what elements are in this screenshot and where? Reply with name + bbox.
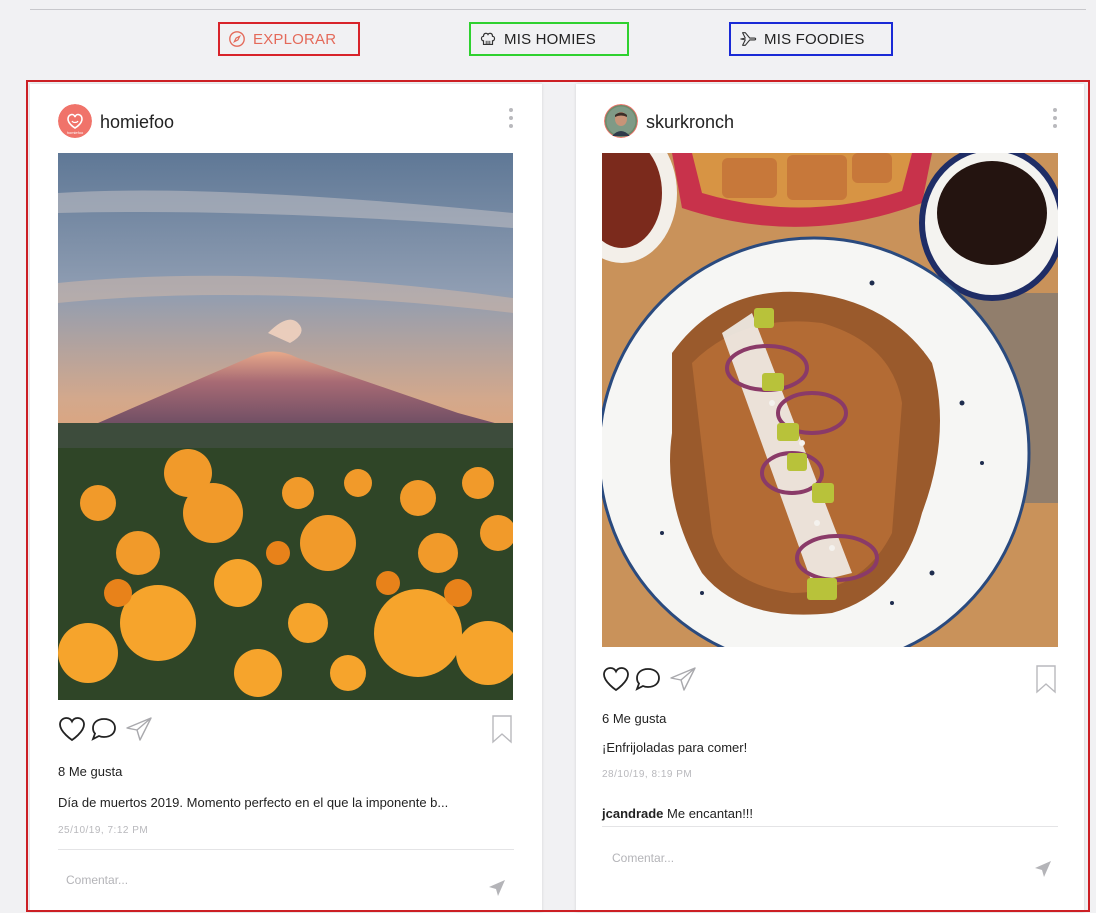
post-actions	[58, 714, 514, 744]
send-icon[interactable]	[668, 666, 698, 692]
comment-input[interactable]	[612, 848, 1012, 868]
tab-mis-foodies-label: MIS FOODIES	[764, 30, 865, 48]
tab-mis-homies[interactable]: MIS HOMIES	[469, 22, 629, 56]
heart-icon[interactable]	[58, 716, 86, 742]
post-header: skurkronch	[576, 84, 1084, 152]
compass-icon	[229, 31, 245, 47]
comment-author[interactable]: jcandrade	[602, 806, 663, 821]
comment-text: Me encantan!!!	[663, 806, 754, 821]
tab-explorar-label: EXPLORAR	[253, 30, 337, 48]
comment-icon[interactable]	[634, 666, 662, 692]
post-timestamp: 25/10/19, 7:12 PM	[58, 825, 149, 836]
post-caption: ¡Enfrijoladas para comer!	[602, 740, 748, 755]
tab-explorar[interactable]: EXPLORAR	[218, 22, 360, 56]
top-divider	[30, 9, 1086, 10]
post-card: skurkronch 6 Me gusta ¡Enfrijoladas para…	[576, 84, 1084, 912]
avatar[interactable]: homiefoo	[58, 104, 92, 138]
comment-item: jcandrade Me encantan!!!	[602, 806, 753, 821]
chef-hat-icon	[480, 32, 496, 45]
post-username[interactable]: skurkronch	[646, 112, 734, 133]
post-timestamp: 28/10/19, 8:19 PM	[602, 769, 693, 780]
send-icon[interactable]	[1034, 860, 1052, 878]
likes-count[interactable]: 6 Me gusta	[602, 711, 666, 726]
bookmark-icon[interactable]	[490, 714, 514, 744]
post-username[interactable]: homiefoo	[100, 112, 174, 133]
feed-tabs: EXPLORAR MIS HOMIES MIS FOODIES	[0, 22, 1096, 56]
divider	[602, 826, 1058, 827]
post-card: homiefoo homiefoo 8 Me gusta Día de muer…	[30, 84, 542, 912]
airplane-icon	[740, 32, 757, 46]
tab-mis-foodies[interactable]: MIS FOODIES	[729, 22, 893, 56]
more-vertical-icon[interactable]	[508, 106, 514, 130]
send-icon[interactable]	[488, 879, 506, 897]
post-caption: Día de muertos 2019. Momento perfecto en…	[58, 795, 449, 810]
comment-icon[interactable]	[90, 716, 118, 742]
more-vertical-icon[interactable]	[1052, 106, 1058, 130]
svg-text:homiefoo: homiefoo	[67, 130, 84, 135]
post-actions	[602, 664, 1058, 694]
post-header: homiefoo homiefoo	[30, 84, 542, 152]
comment-input[interactable]	[66, 870, 466, 890]
send-icon[interactable]	[124, 716, 154, 742]
post-image[interactable]	[58, 153, 513, 700]
tab-mis-homies-label: MIS HOMIES	[504, 30, 597, 48]
avatar[interactable]	[604, 104, 638, 138]
heart-icon[interactable]	[602, 666, 630, 692]
bookmark-icon[interactable]	[1034, 664, 1058, 694]
post-image[interactable]	[602, 153, 1058, 647]
likes-count[interactable]: 8 Me gusta	[58, 764, 122, 779]
divider	[58, 849, 514, 850]
